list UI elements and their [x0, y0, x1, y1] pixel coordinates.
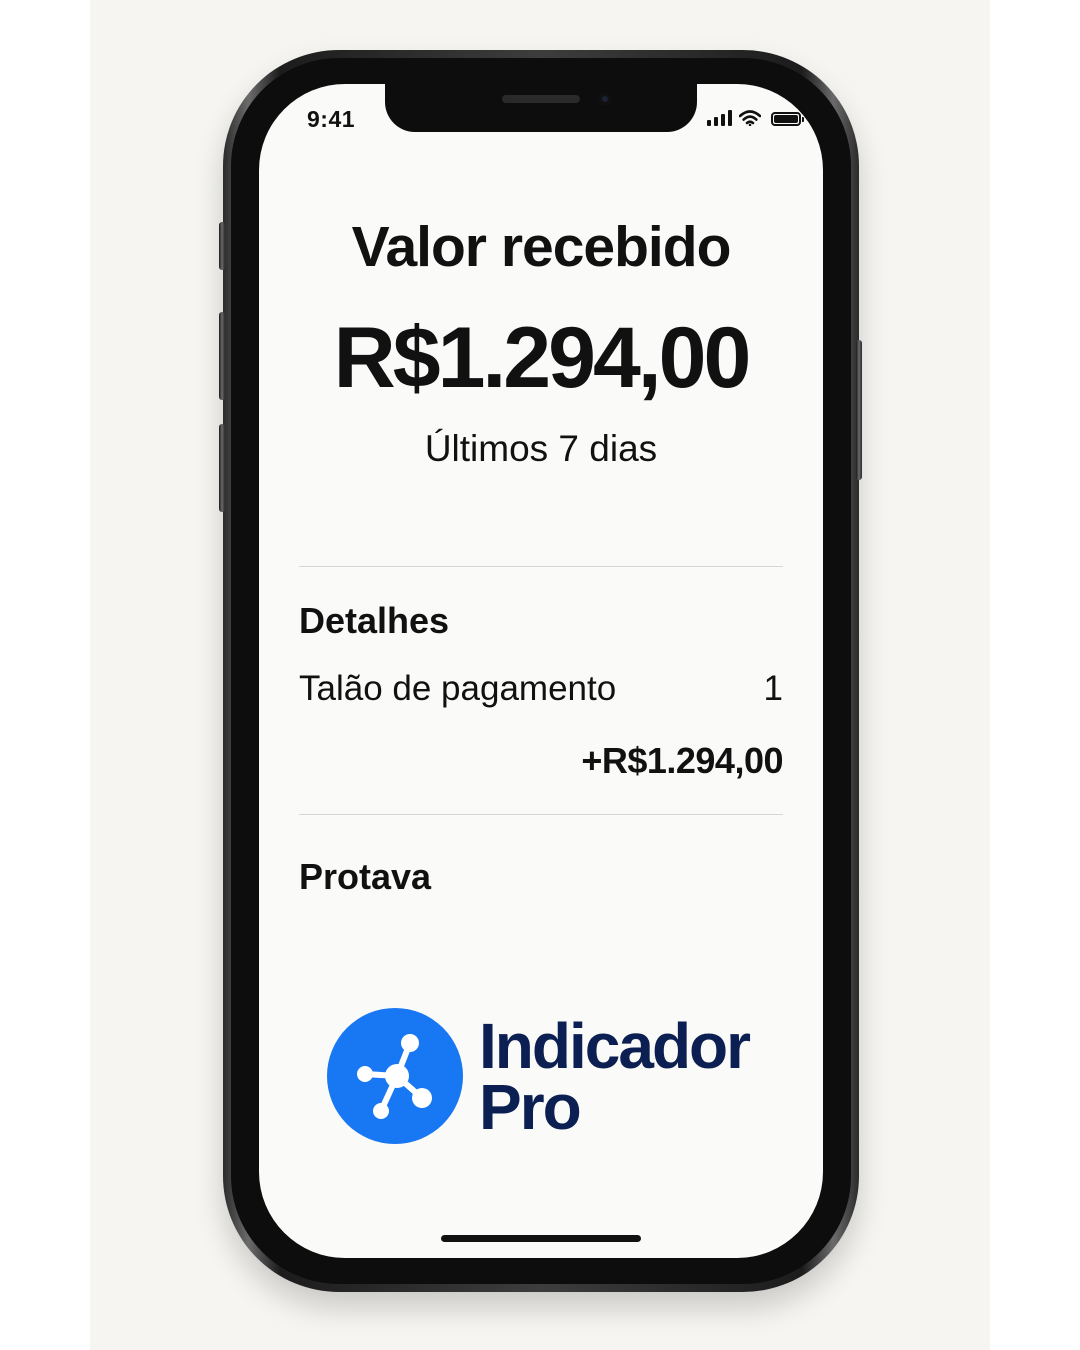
details-row-count: 1 [763, 669, 783, 708]
brand-name-line1: Indicador [479, 1010, 751, 1082]
source-title: Protava [299, 856, 432, 897]
silent-switch [219, 222, 225, 270]
status-icons [707, 110, 804, 126]
details-row-label: Talão de pagamento [299, 669, 617, 708]
volume-up-button [219, 312, 225, 400]
details-row-value: +R$1.294,00 [581, 740, 783, 781]
status-time: 9:41 [307, 106, 356, 132]
phone-screen: 9:41 Valor recebido R$1.294,00 Últimos 7… [259, 84, 823, 1258]
battery-icon [771, 112, 804, 126]
divider-bottom [299, 814, 783, 815]
volume-down-button [219, 424, 225, 512]
details-title: Detalhes [299, 600, 450, 641]
network-nodes-icon [327, 1008, 463, 1144]
speaker-grille [502, 95, 580, 103]
wifi-icon [739, 110, 761, 126]
brand-logo-text: Indicador Pro [479, 1010, 751, 1143]
received-amount: R$1.294,00 [333, 310, 752, 406]
divider-top [299, 566, 783, 567]
period-label: Últimos 7 dias [424, 428, 658, 469]
brand-name-line2: Pro [479, 1070, 582, 1143]
front-camera [599, 93, 611, 105]
home-indicator[interactable] [441, 1235, 641, 1242]
cellular-signal-icon [707, 110, 732, 126]
notch [385, 84, 697, 132]
page-title: Valor recebido [351, 215, 732, 279]
power-button [856, 340, 862, 480]
